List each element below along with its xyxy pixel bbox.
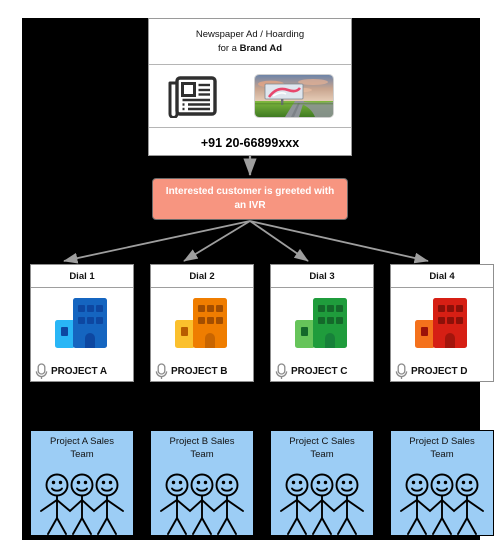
ad-title-line2-prefix: for a [217, 42, 240, 54]
dial-card-body: PROJECT C [271, 288, 373, 383]
team-title-line1: Project D Sales [409, 436, 475, 447]
ad-phone-number: +91 20-66899xxx [149, 127, 351, 157]
stick-figures-icon [400, 473, 484, 535]
team-title-line1: Project C Sales [289, 436, 355, 447]
dial-card-header: Dial 2 [151, 265, 253, 288]
dial-card-3[interactable]: Dial 3 PROJECT C [270, 264, 374, 382]
ivr-text: Interested customer is greeted with an I… [165, 186, 335, 211]
ad-card-title: Newspaper Ad / Hoarding for a Brand Ad [149, 19, 351, 65]
team-title-line1: Project B Sales [169, 436, 235, 447]
dial-card-header: Dial 4 [391, 265, 493, 288]
team-people-group [391, 471, 493, 535]
office-building-icon [295, 298, 347, 348]
office-building-icon [415, 298, 467, 348]
dial-card-2[interactable]: Dial 2 PROJECT B [150, 264, 254, 382]
team-title: Project B Sales Team [151, 431, 253, 462]
dial-card-header: Dial 1 [31, 265, 133, 288]
dial-card-footer: PROJECT D [395, 363, 491, 380]
team-people-group [151, 471, 253, 535]
microphone-icon [395, 363, 408, 379]
project-label: PROJECT B [171, 366, 228, 377]
team-title: Project D Sales Team [391, 431, 493, 462]
dial-card-footer: PROJECT A [35, 363, 131, 380]
office-building-icon [175, 298, 227, 348]
project-label: PROJECT A [51, 366, 107, 377]
sales-team-box-b: Project B Sales Team [150, 430, 254, 536]
dial-card-body: PROJECT B [151, 288, 253, 383]
billboard-photo [253, 74, 334, 118]
team-title: Project A Sales Team [31, 431, 133, 462]
ad-title-line2-bold: Brand Ad [239, 42, 283, 54]
dial-card-body: PROJECT A [31, 288, 133, 383]
team-title: Project C Sales Team [271, 431, 373, 462]
newspaper-icon [168, 76, 217, 118]
dial-card-body: PROJECT D [391, 288, 493, 383]
dial-card-footer: PROJECT C [275, 363, 371, 380]
ivr-greeting-box: Interested customer is greeted with an I… [152, 178, 348, 220]
dial-card-header: Dial 3 [271, 265, 373, 288]
team-title-line2: Team [430, 448, 454, 460]
team-people-group [31, 471, 133, 535]
team-title-line2: Team [190, 448, 214, 460]
office-building-icon [55, 298, 107, 348]
microphone-icon [275, 363, 288, 379]
newspaper-ad-card: Newspaper Ad / Hoarding for a Brand Ad +… [148, 18, 352, 156]
sales-team-box-a: Project A Sales Team [30, 430, 134, 536]
team-people-group [271, 471, 373, 535]
stick-figures-icon [40, 473, 124, 535]
microphone-icon [155, 363, 168, 379]
stick-figures-icon [280, 473, 364, 535]
ad-card-media [149, 65, 351, 127]
team-title-line1: Project A Sales [50, 436, 114, 447]
dial-card-1[interactable]: Dial 1 PROJECT A [30, 264, 134, 382]
sales-team-box-c: Project C Sales Team [270, 430, 374, 536]
project-label: PROJECT D [411, 366, 468, 377]
project-label: PROJECT C [291, 366, 348, 377]
stick-figures-icon [160, 473, 244, 535]
dial-card-4[interactable]: Dial 4 PROJECT D [390, 264, 494, 382]
microphone-icon [35, 363, 48, 379]
sales-team-box-d: Project D Sales Team [390, 430, 494, 536]
team-title-line2: Team [70, 448, 94, 460]
ad-title-line1: Newspaper Ad / Hoarding [195, 28, 305, 40]
team-title-line2: Team [310, 448, 334, 460]
dial-card-footer: PROJECT B [155, 363, 251, 380]
